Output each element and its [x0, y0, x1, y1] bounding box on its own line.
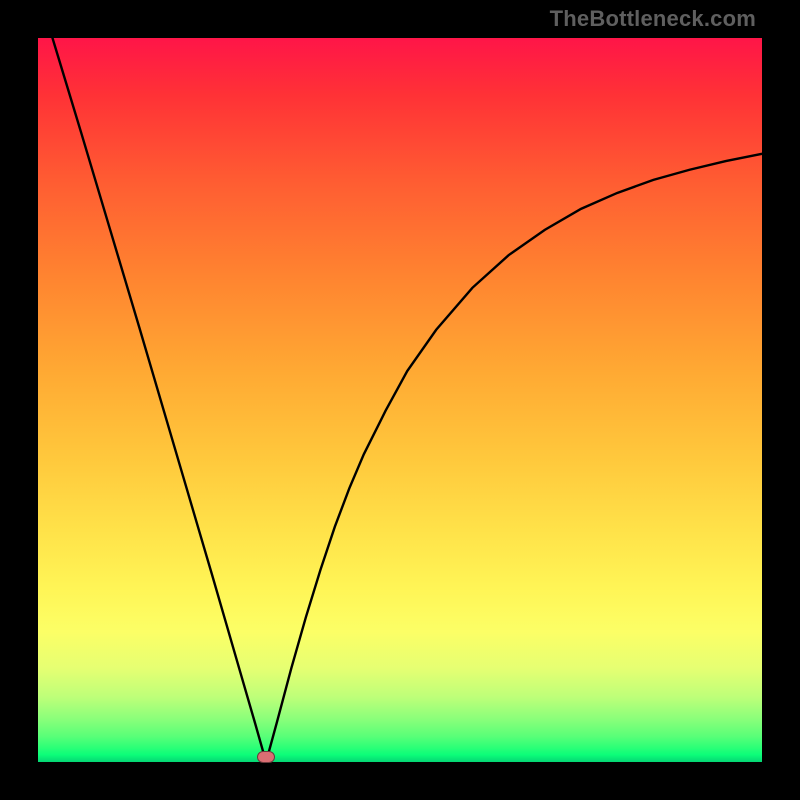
watermark-text: TheBottleneck.com	[550, 6, 756, 32]
chart-frame: TheBottleneck.com	[0, 0, 800, 800]
optimal-marker	[257, 751, 275, 763]
chart-svg	[38, 38, 762, 762]
bottleneck-curve	[52, 38, 762, 762]
